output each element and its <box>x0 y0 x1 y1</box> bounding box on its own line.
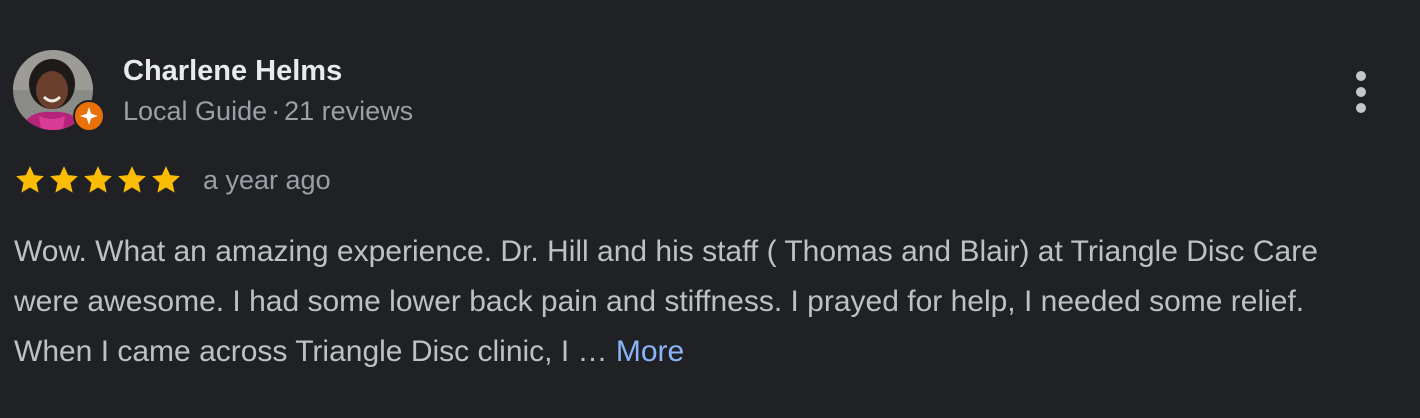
local-guide-label: Local Guide <box>123 96 268 126</box>
review-text: Wow. What an amazing experience. Dr. Hil… <box>14 227 1384 377</box>
star-icon <box>84 166 112 193</box>
review-timestamp: a year ago <box>203 165 331 195</box>
more-vert-icon <box>1356 71 1366 113</box>
avatar[interactable] <box>13 50 105 132</box>
star-rating <box>13 162 183 198</box>
author-meta[interactable]: Local Guide · 21 reviews <box>123 93 413 129</box>
star-icon <box>118 166 146 193</box>
local-guide-icon <box>73 100 105 132</box>
review-card: Charlene Helms Local Guide · 21 reviews a … <box>0 0 1420 418</box>
review-count: 21 reviews <box>284 96 414 126</box>
star-icon <box>152 166 180 193</box>
author-name[interactable]: Charlene Helms <box>123 52 342 90</box>
star-icon <box>16 166 44 193</box>
rating-row: a year ago <box>13 162 331 198</box>
more-link[interactable]: More <box>616 335 684 368</box>
star-icon <box>50 166 78 193</box>
more-options-button[interactable] <box>1336 64 1386 120</box>
meta-separator: · <box>271 96 281 126</box>
